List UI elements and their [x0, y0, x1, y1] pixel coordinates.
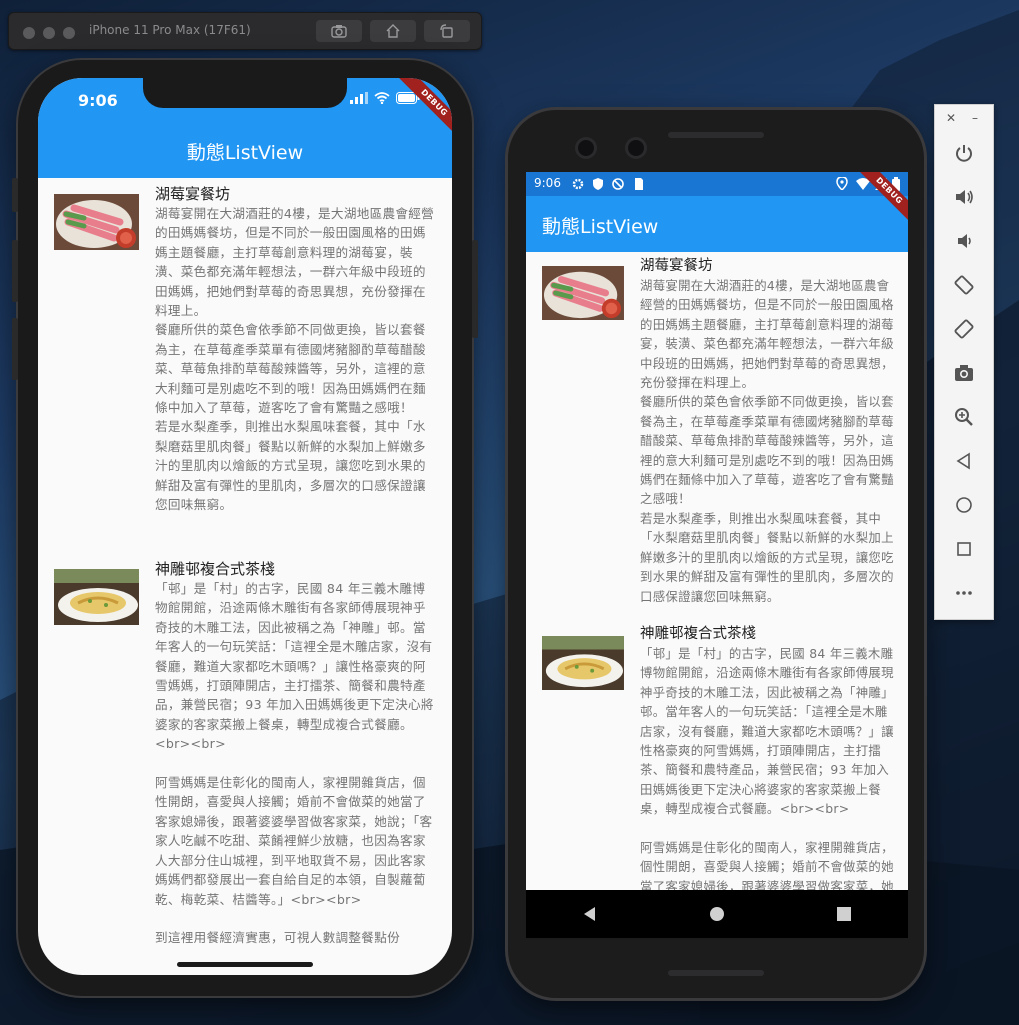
- zoom-button[interactable]: [952, 405, 976, 429]
- iphone-volume-down: [12, 318, 18, 380]
- list-item[interactable]: 神雕邨複合式茶棧 「邨」是「村」的古字，民國 84 年三義木雕博物館開館，沿途兩…: [526, 626, 908, 890]
- item-title: 湖莓宴餐坊: [155, 185, 231, 203]
- sim-card-icon: [635, 178, 643, 190]
- front-sensor: [628, 140, 644, 156]
- android-status-time: 9:06: [534, 176, 561, 190]
- iphone-screen: 9:06 動態ListView DEBUG 湖莓宴餐坊 湖莓宴開在大湖酒莊的4樓…: [38, 78, 452, 975]
- item-description: 「邨」是「村」的古字，民國 84 年三義木雕博物館開館，沿途兩條木雕街有各家師傅…: [640, 646, 894, 890]
- more-button[interactable]: [952, 581, 976, 605]
- android-listview[interactable]: 湖莓宴餐坊 湖莓宴開在大湖酒莊的4樓，是大湖地區農會經營的田媽媽餐坊，但是不同於…: [526, 252, 908, 890]
- rotate-button[interactable]: [424, 20, 470, 42]
- item-text: 神雕邨複合式茶棧 「邨」是「村」的古字，民國 84 年三義木雕博物館開館，沿途兩…: [155, 559, 437, 948]
- list-item[interactable]: 湖莓宴餐坊 湖莓宴開在大湖酒莊的4樓，是大湖地區農會經營的田媽媽餐坊，但是不同於…: [526, 252, 908, 632]
- list-item[interactable]: 湖莓宴餐坊 湖莓宴開在大湖酒莊的4樓，是大湖地區農會經營的田媽媽餐坊，但是不同於…: [38, 178, 452, 559]
- item-title: 湖莓宴餐坊: [640, 258, 713, 274]
- android-app-title: 動態ListView: [542, 216, 659, 238]
- volume-up-icon: [956, 190, 973, 204]
- ios-app-title: 動態ListView: [186, 142, 304, 164]
- home-button[interactable]: [952, 493, 976, 517]
- rotate-right-button[interactable]: [952, 317, 976, 341]
- volume-up-button[interactable]: [952, 185, 976, 209]
- bottom-speaker: [668, 970, 764, 976]
- data-saver-icon: [612, 178, 624, 190]
- home-icon[interactable]: [709, 906, 725, 922]
- minimize-window-button[interactable]: [43, 27, 55, 39]
- item-text: 神雕邨複合式茶棧 「邨」是「村」的古字，民國 84 年三義木雕博物館開館，沿途兩…: [640, 624, 894, 890]
- screenshot-button[interactable]: [952, 361, 976, 385]
- ios-status-icons: [350, 92, 420, 104]
- item-description: 湖莓宴開在大湖酒莊的4樓，是大湖地區農會經營的田媽媽餐坊，但是不同於一般田園風格…: [640, 278, 894, 604]
- android-emulator: 9:06 動態ListView DEBUG 湖莓宴餐坊 湖莓宴開在大湖酒莊的4樓…: [508, 110, 924, 998]
- ios-status-time: 9:06: [78, 91, 118, 110]
- speaker-grille: [668, 132, 764, 138]
- iphone-notch: [143, 78, 347, 108]
- item-thumbnail: [54, 194, 139, 250]
- item-description: 湖莓宴開在大湖酒莊的4樓，是大湖地區農會經營的田媽媽餐坊，但是不同於一般田園風格…: [155, 206, 435, 513]
- front-camera: [578, 140, 594, 156]
- close-icon[interactable]: ✕: [946, 111, 956, 125]
- simulator-title: iPhone 11 Pro Max (17F61): [89, 23, 251, 37]
- home-icon: [956, 497, 972, 513]
- home-indicator[interactable]: [177, 962, 313, 967]
- camera-icon: [955, 365, 973, 381]
- list-item[interactable]: 神雕邨複合式茶棧 「邨」是「村」的古字，民國 84 年三義木雕博物館開館，沿途兩…: [38, 559, 452, 975]
- overview-button[interactable]: [952, 537, 976, 561]
- item-description: 「邨」是「村」的古字，民國 84 年三義木雕博物館開館，沿途兩條木雕街有各家師傅…: [155, 581, 434, 946]
- zoom-in-icon: [955, 408, 973, 426]
- power-icon: [956, 145, 972, 162]
- item-thumbnail: [541, 266, 625, 320]
- close-window-button[interactable]: [23, 27, 35, 39]
- item-text: 湖莓宴餐坊 湖莓宴開在大湖酒莊的4樓，是大湖地區農會經營的田媽媽餐坊，但是不同於…: [640, 256, 894, 606]
- ios-listview[interactable]: 湖莓宴餐坊 湖莓宴開在大湖酒莊的4樓，是大湖地區農會經營的田媽媽餐坊，但是不同於…: [38, 178, 452, 975]
- item-text: 湖莓宴餐坊 湖莓宴開在大湖酒莊的4樓，是大湖地區農會經營的田媽媽餐坊，但是不同於…: [155, 184, 437, 515]
- item-title: 神雕邨複合式茶棧: [155, 560, 276, 578]
- settings-icon: [572, 178, 584, 190]
- camera-icon: [331, 25, 347, 38]
- item-thumbnail: [54, 569, 139, 625]
- power-button[interactable]: [952, 141, 976, 165]
- iphone-mute-switch: [12, 178, 18, 212]
- location-icon: [836, 177, 848, 190]
- recents-icon[interactable]: [836, 906, 852, 922]
- simulator-toolbar: iPhone 11 Pro Max (17F61): [8, 12, 482, 50]
- item-thumbnail: [541, 636, 625, 690]
- rotate-right-icon: [954, 319, 974, 339]
- iphone-power-button: [472, 240, 478, 338]
- signal-icon: [350, 92, 368, 104]
- rotate-left-icon: [954, 275, 974, 295]
- screenshot-button[interactable]: [316, 20, 362, 42]
- iphone-volume-up: [12, 240, 18, 302]
- back-button[interactable]: [952, 449, 976, 473]
- back-icon[interactable]: [582, 906, 598, 922]
- volume-down-icon: [958, 234, 971, 248]
- rotate-icon: [440, 24, 453, 38]
- shield-icon: [593, 178, 603, 190]
- home-button[interactable]: [370, 20, 416, 42]
- overview-icon: [957, 542, 971, 556]
- android-nav-bar: [526, 890, 908, 938]
- android-app-bar: 動態ListView: [526, 196, 908, 252]
- more-icon: [956, 591, 972, 595]
- volume-down-button[interactable]: [952, 229, 976, 253]
- android-status-bar: 9:06: [526, 172, 908, 196]
- item-title: 神雕邨複合式茶棧: [640, 626, 756, 642]
- zoom-window-button[interactable]: [63, 27, 75, 39]
- iphone-simulator: 9:06 動態ListView DEBUG 湖莓宴餐坊 湖莓宴開在大湖酒莊的4樓…: [12, 60, 478, 996]
- minimize-icon[interactable]: –: [972, 111, 978, 125]
- back-icon: [956, 452, 970, 470]
- android-screen: 9:06 動態ListView DEBUG 湖莓宴餐坊 湖莓宴開在大湖酒莊的4樓…: [526, 172, 908, 938]
- home-icon: [386, 24, 400, 38]
- emulator-control-panel: ✕ –: [934, 104, 994, 620]
- rotate-left-button[interactable]: [952, 273, 976, 297]
- wifi-icon: [374, 92, 390, 104]
- debug-banner: DEBUG: [397, 78, 452, 140]
